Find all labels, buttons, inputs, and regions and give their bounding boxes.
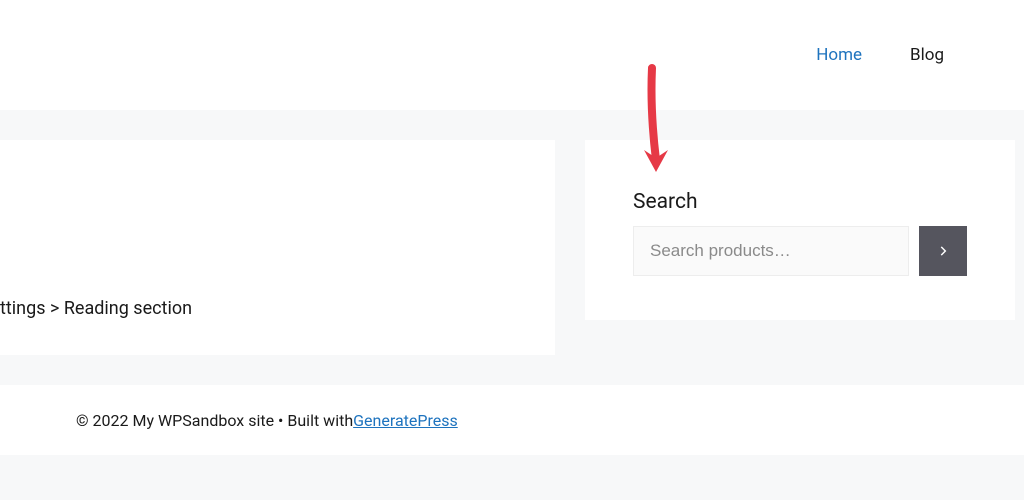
content-wrap: ttings > Reading section Search bbox=[0, 110, 1024, 355]
nav-home[interactable]: Home bbox=[816, 45, 862, 65]
search-input[interactable] bbox=[633, 226, 909, 276]
search-form bbox=[633, 226, 967, 276]
footer-copyright: © 2022 My WPSandbox site • Built with bbox=[76, 411, 353, 430]
nav-blog[interactable]: Blog bbox=[910, 45, 944, 65]
header: Home Blog bbox=[0, 0, 1024, 110]
main-nav: Home Blog bbox=[816, 45, 944, 65]
sidebar: Search bbox=[585, 140, 1015, 320]
main-column: ttings > Reading section bbox=[0, 140, 555, 355]
footer-link[interactable]: GeneratePress bbox=[353, 411, 458, 430]
footer: © 2022 My WPSandbox site • Built with Ge… bbox=[0, 385, 1024, 455]
search-heading: Search bbox=[633, 190, 967, 214]
search-button[interactable] bbox=[919, 226, 967, 276]
chevron-right-icon bbox=[936, 244, 950, 258]
reading-section-text: ttings > Reading section bbox=[0, 298, 192, 319]
